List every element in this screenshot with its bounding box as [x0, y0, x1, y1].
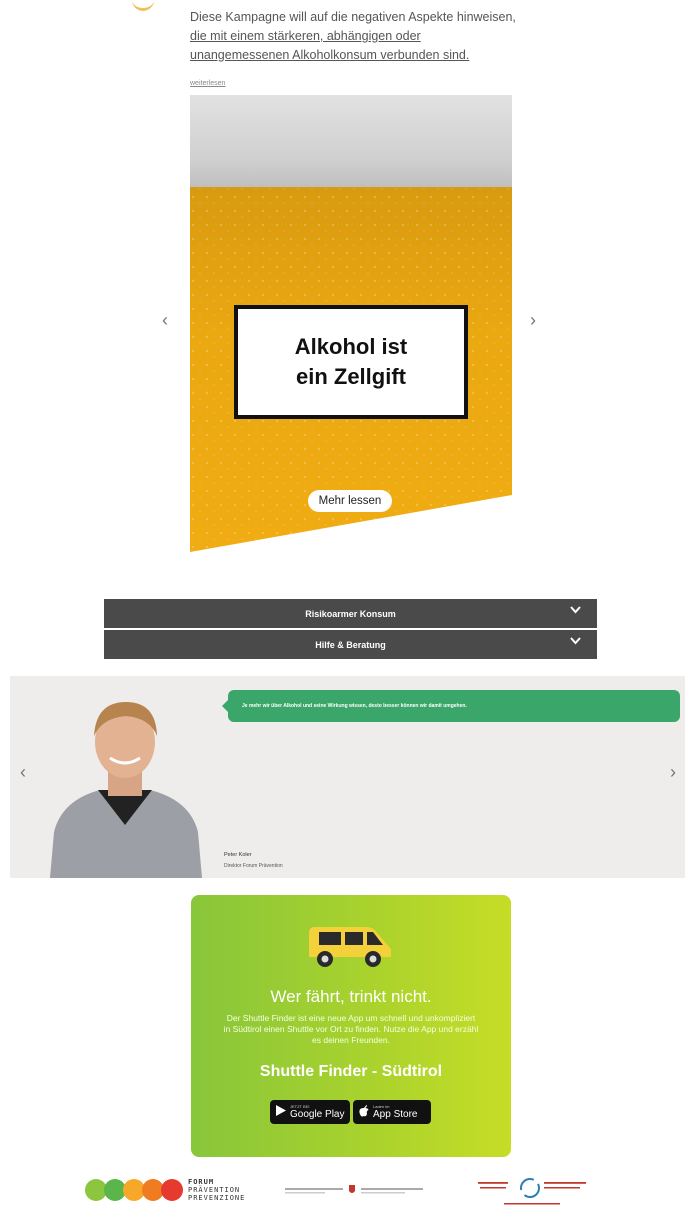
accordion-label: Risikoarmer Konsum	[305, 608, 396, 619]
read-more-button[interactable]: Mehr lessen	[308, 490, 392, 512]
accordion-label: Hilfe & Beratung	[315, 639, 386, 650]
intro-link-line-2[interactable]: die mit einem stärkeren, abhängigen oder	[190, 27, 520, 46]
person-name: Peter Koler	[224, 852, 252, 858]
forum-line-2: PRÄVENTION	[188, 1186, 241, 1194]
chevron-down-icon	[570, 636, 581, 648]
shuttle-title: Wer fährt, trinkt nicht.	[270, 987, 432, 1006]
testimonial-section: Je mehr wir über Alkohol und seine Wirku…	[10, 676, 685, 878]
quote-text: Je mehr wir über Alkohol und seine Wirku…	[242, 703, 467, 709]
shuttle-finder-banner: Wer fährt, trinkt nicht. Der Shuttle Fin…	[191, 895, 511, 1157]
apple-icon	[359, 1104, 369, 1120]
quote-bubble: Je mehr wir über Alkohol und seine Wirku…	[222, 690, 680, 722]
carousel-next-icon[interactable]: ›	[530, 310, 536, 331]
shuttle-description: Der Shuttle Finder ist eine neue App um …	[223, 1013, 479, 1045]
forum-line-3: PREVENZIONE	[188, 1194, 246, 1202]
decorative-mark	[132, 0, 154, 11]
google-play-icon	[276, 1105, 286, 1119]
carousel-prev-icon[interactable]: ‹	[162, 310, 168, 331]
testimonial-prev-icon[interactable]: ‹	[20, 762, 26, 783]
intro-line-1: Diese Kampagne will auf die negativen As…	[190, 10, 516, 24]
intro-text: Diese Kampagne will auf die negativen As…	[190, 8, 520, 87]
van-icon	[309, 927, 391, 967]
intro-link-line-3[interactable]: unangemessenen Alkoholkonsum verbunden s…	[190, 46, 520, 65]
read-more-link[interactable]: weiterlesen	[190, 74, 225, 93]
person-photo	[50, 702, 202, 878]
testimonial-next-icon[interactable]: ›	[670, 762, 676, 783]
slide-headline: Alkohol ist ein Zellgift	[294, 334, 408, 389]
forum-wordmark: FORUM PRÄVENTION PREVENZIONE	[188, 1178, 245, 1202]
google-play-label: Google Play	[290, 1109, 345, 1120]
chevron-down-icon	[570, 605, 581, 617]
person-role: Direktor Forum Prävention	[224, 863, 283, 869]
partner-logo[interactable]	[478, 1174, 590, 1208]
footer-logos: FORUM PRÄVENTION PREVENZIONE	[0, 1172, 685, 1212]
province-logo[interactable]	[285, 1182, 430, 1198]
google-play-button[interactable]: JETZT BEI Google Play	[270, 1100, 350, 1124]
slide-headline-box: Alkohol ist ein Zellgift	[234, 305, 468, 419]
forum-line-1: FORUM	[188, 1178, 215, 1186]
forum-prevention-logo[interactable]	[84, 1174, 184, 1206]
app-store-button[interactable]: Laden im App Store	[353, 1100, 431, 1124]
shuttle-subtitle: Shuttle Finder - Südtirol	[259, 1063, 443, 1080]
accordion-risk-consumption[interactable]: Risikoarmer Konsum	[104, 599, 597, 628]
accordion-help-counseling[interactable]: Hilfe & Beratung	[104, 630, 597, 659]
campaign-slide: Alkohol ist ein Zellgift Mehr lessen	[190, 95, 512, 552]
app-store-label: App Store	[373, 1109, 418, 1120]
